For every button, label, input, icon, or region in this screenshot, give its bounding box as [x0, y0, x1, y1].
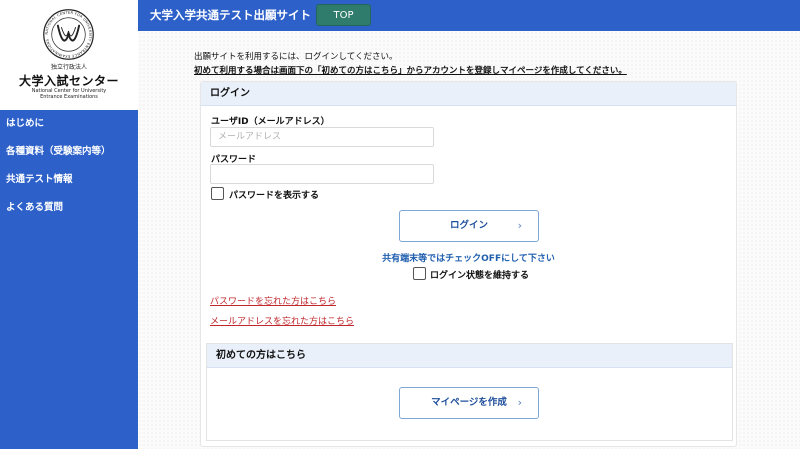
keep-login-checkbox[interactable]: [413, 267, 426, 280]
intro-text: 出願サイトを利用するには、ログインしてください。: [194, 52, 398, 62]
seal-logo-icon: NATIONAL CENTER FOR UNIVERSITY ENTRANCE …: [43, 9, 94, 60]
show-password-label[interactable]: パスワードを表示する: [229, 188, 319, 201]
forgot-email-link[interactable]: メールアドレスを忘れた方はこちら: [210, 314, 354, 327]
create-mypage-label: マイページを作成: [431, 397, 507, 408]
header-bar: 大学入学共通テスト出願サイト TOP: [138, 0, 800, 31]
logo-main-text: 大学入試センター: [18, 74, 119, 88]
sidebar-item-documents[interactable]: 各種資料（受験案内等）: [0, 138, 138, 166]
page-title: 大学入学共通テスト出願サイト: [150, 8, 311, 22]
site-logo[interactable]: NATIONAL CENTER FOR UNIVERSITY ENTRANCE …: [0, 0, 138, 110]
login-panel: ログイン ユーザID（メールアドレス） パスワード パスワードを表示する ログイ…: [200, 81, 737, 447]
chevron-right-icon: ›: [517, 219, 522, 232]
top-button[interactable]: TOP: [316, 4, 371, 26]
login-button-label: ログイン: [449, 220, 488, 231]
login-button[interactable]: ログイン ›: [399, 210, 539, 242]
logo-english-line2: Entrance Examinations: [40, 94, 98, 100]
shared-device-note: 共有端末等ではチェックOFFにして下さい: [382, 254, 555, 264]
new-user-panel-header: 初めての方はこちら: [207, 344, 732, 368]
keep-login-label[interactable]: ログイン状態を維持する: [430, 268, 529, 281]
new-user-heading: 初めての方はこちら: [216, 350, 306, 361]
sidebar: NATIONAL CENTER FOR UNIVERSITY ENTRANCE …: [0, 0, 138, 449]
forgot-password-link[interactable]: パスワードを忘れた方はこちら: [210, 294, 336, 307]
chevron-right-icon: ›: [517, 396, 522, 409]
sidebar-item-exam-info[interactable]: 共通テスト情報: [0, 166, 138, 194]
sidebar-nav: はじめに 各種資料（受験案内等） 共通テスト情報 よくある質問: [0, 110, 138, 449]
sidebar-item-faq[interactable]: よくある質問: [0, 194, 138, 222]
password-field[interactable]: [210, 164, 434, 184]
new-user-panel: 初めての方はこちら マイページを作成 ›: [206, 343, 733, 441]
user-id-label: ユーザID（メールアドレス）: [211, 117, 330, 127]
email-field[interactable]: [210, 127, 434, 147]
login-panel-header: ログイン: [201, 82, 736, 106]
show-password-checkbox[interactable]: [211, 187, 224, 200]
logo-small-text: 独立行政法人: [50, 64, 87, 71]
logo-english-text: National Center for University Entrance …: [0, 88, 138, 100]
sidebar-item-introduction[interactable]: はじめに: [0, 110, 138, 138]
main-content: 出願サイトを利用するには、ログインしてください。 初めて利用する場合は画面下の「…: [138, 31, 800, 449]
intro-instruction: 初めて利用する場合は画面下の「初めての方はこちら」からアカウントを登録しマイペー…: [194, 66, 627, 76]
create-mypage-button[interactable]: マイページを作成 ›: [399, 387, 539, 419]
login-heading: ログイン: [210, 88, 250, 99]
